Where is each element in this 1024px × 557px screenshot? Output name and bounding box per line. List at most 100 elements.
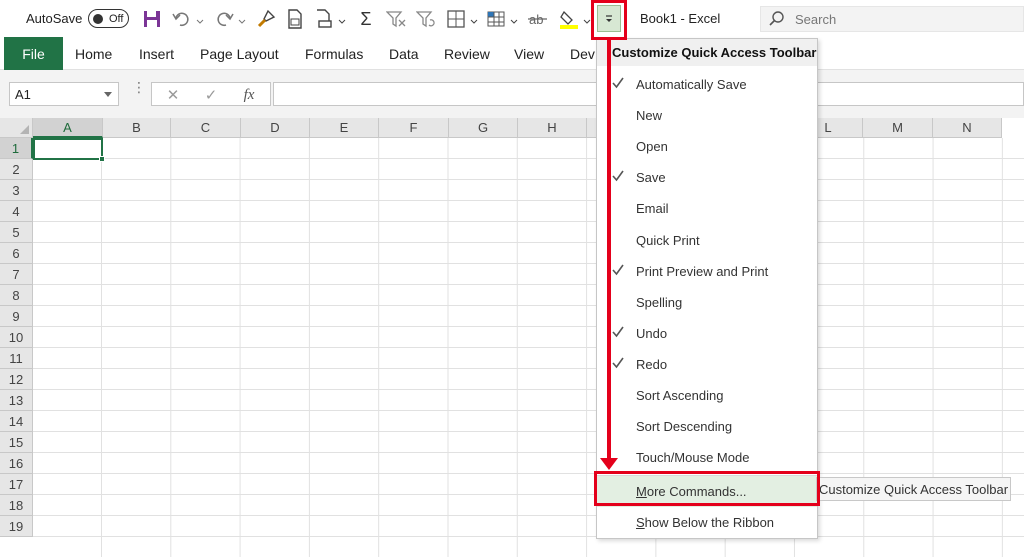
undo-icon[interactable] (171, 8, 193, 30)
qat-menu-item-spelling[interactable]: Spelling (597, 287, 817, 318)
show-below-ribbon-item[interactable]: Show Below the Ribbon (597, 507, 817, 538)
tab-developer[interactable]: Dev (570, 37, 595, 70)
row-header-14[interactable]: 14 (0, 411, 33, 432)
column-header-h[interactable]: H (518, 118, 587, 138)
menu-item-label: Save (636, 170, 666, 186)
redo-icon[interactable] (213, 8, 235, 30)
tab-data[interactable]: Data (389, 37, 419, 70)
tab-insert[interactable]: Insert (139, 37, 174, 70)
menu-item-label: Sort Descending (636, 419, 733, 435)
row-header-5[interactable]: 5 (0, 222, 33, 243)
menu-item-label: Touch/Mouse Mode (636, 450, 750, 466)
row-header-18[interactable]: 18 (0, 495, 33, 516)
tab-page-layout[interactable]: Page Layout (200, 37, 279, 70)
tab-file[interactable]: File (4, 37, 63, 70)
qat-menu-item-new[interactable]: New (597, 100, 817, 131)
formula-bar: A1 ⋮ ✕ ✓ fx (0, 70, 1024, 118)
format-painter-icon[interactable] (255, 8, 277, 30)
print-preview-icon[interactable] (284, 8, 306, 30)
search-icon (769, 11, 784, 26)
active-cell-a1[interactable] (33, 138, 105, 162)
formula-bar-splitter[interactable]: ⋮ (132, 80, 146, 94)
tab-home[interactable]: Home (75, 37, 112, 70)
tab-view[interactable]: View (514, 37, 544, 70)
row-header-16[interactable]: 16 (0, 453, 33, 474)
row-header-7[interactable]: 7 (0, 264, 33, 285)
fill-color-chevron-down-icon[interactable] (583, 14, 591, 24)
qat-menu-item-undo[interactable]: Undo (597, 318, 817, 349)
cancel-icon[interactable]: ✕ (160, 85, 186, 105)
autosave-toggle[interactable]: Off (88, 9, 129, 28)
column-header-d[interactable]: D (241, 118, 310, 138)
tab-formulas[interactable]: Formulas (305, 37, 363, 70)
row-header-11[interactable]: 11 (0, 348, 33, 369)
name-box[interactable]: A1 (9, 82, 119, 106)
qat-menu-item-save[interactable]: Save (597, 162, 817, 193)
qat-menu-item-sort-ascending[interactable]: Sort Ascending (597, 380, 817, 411)
borders-icon[interactable] (445, 8, 467, 30)
tab-review[interactable]: Review (444, 37, 490, 70)
checkmark-icon (612, 264, 624, 275)
title-bar: AutoSave Off Σ ab Book1 - Excel Search (0, 0, 1024, 37)
qat-menu-item-email[interactable]: Email (597, 193, 817, 224)
row-header-3[interactable]: 3 (0, 180, 33, 201)
column-header-f[interactable]: F (379, 118, 449, 138)
row-header-17[interactable]: 17 (0, 474, 33, 495)
column-header-e[interactable]: E (310, 118, 379, 138)
row-header-6[interactable]: 6 (0, 243, 33, 264)
search-placeholder: Search (795, 11, 837, 27)
qat-menu-item-automatically-save[interactable]: Automatically Save (597, 69, 817, 100)
annotation-highlight-more-commands (594, 471, 820, 506)
column-header-c[interactable]: C (171, 118, 241, 138)
redo-chevron-down-icon[interactable] (238, 14, 246, 24)
row-header-8[interactable]: 8 (0, 285, 33, 306)
undo-chevron-down-icon[interactable] (196, 14, 204, 24)
checkmark-icon (612, 357, 624, 369)
annotation-highlight-qat-button (591, 0, 627, 40)
row-header-19[interactable]: 19 (0, 516, 33, 537)
qat-menu-item-quick-print[interactable]: Quick Print (597, 225, 817, 256)
freeze-chevron-down-icon[interactable] (510, 14, 518, 24)
qat-menu-item-print-preview-and-print[interactable]: Print Preview and Print (597, 256, 817, 287)
toggle-knob (93, 13, 103, 24)
print-chevron-down-icon[interactable] (338, 14, 346, 24)
clear-filter-icon[interactable] (385, 8, 407, 30)
fill-handle[interactable] (99, 156, 105, 162)
row-header-10[interactable]: 10 (0, 327, 33, 348)
borders-chevron-down-icon[interactable] (470, 14, 478, 24)
column-header-a[interactable]: A (33, 118, 103, 138)
fill-color-icon[interactable] (558, 8, 580, 30)
qat-menu-item-sort-descending[interactable]: Sort Descending (597, 411, 817, 442)
menu-item-label: Sort Ascending (636, 388, 724, 403)
quick-print-icon[interactable] (313, 8, 335, 30)
name-box-value: A1 (15, 86, 31, 102)
name-box-chevron-down-icon[interactable] (104, 92, 112, 98)
column-header-n[interactable]: N (933, 118, 1002, 138)
reapply-filter-icon[interactable] (415, 8, 437, 30)
row-header-4[interactable]: 4 (0, 201, 33, 222)
row-header-12[interactable]: 12 (0, 369, 33, 390)
autosum-icon[interactable]: Σ (355, 8, 377, 30)
column-header-m[interactable]: M (863, 118, 933, 138)
qat-menu-item-touch-mouse-mode[interactable]: Touch/Mouse Mode (597, 442, 817, 473)
select-all-button[interactable] (0, 118, 33, 138)
enter-check-icon[interactable]: ✓ (198, 85, 224, 105)
qat-menu-item-redo[interactable]: Redo (597, 349, 817, 380)
column-header-g[interactable]: G (449, 118, 518, 138)
save-icon[interactable] (141, 8, 163, 30)
row-header-2[interactable]: 2 (0, 159, 33, 180)
menu-item-label: Open (636, 139, 668, 155)
row-header-1[interactable]: 1 (0, 138, 33, 159)
row-header-9[interactable]: 9 (0, 306, 33, 327)
qat-menu-item-open[interactable]: Open (597, 131, 817, 162)
autosave-label: AutoSave (26, 11, 83, 26)
menu-item-label: Spelling (636, 294, 683, 310)
freeze-panes-icon[interactable] (485, 8, 507, 30)
select-all-triangle-icon (20, 125, 29, 134)
row-header-13[interactable]: 13 (0, 390, 33, 411)
search-box[interactable]: Search (760, 6, 1024, 32)
row-header-15[interactable]: 15 (0, 432, 33, 453)
strikethrough-icon[interactable]: ab (527, 8, 549, 30)
column-header-b[interactable]: B (103, 118, 171, 138)
insert-function-button[interactable]: fx (236, 85, 262, 105)
